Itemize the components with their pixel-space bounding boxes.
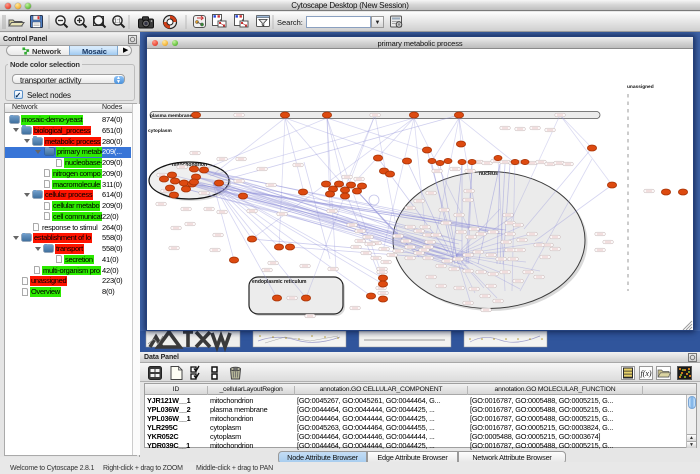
svg-text:1:1: 1:1 [114, 19, 121, 25]
svg-text:plasma membrane: plasma membrane [150, 113, 192, 119]
svg-text:cytoplasm: cytoplasm [148, 128, 172, 134]
svg-text:f(x): f(x) [640, 369, 651, 378]
svg-text:unassigned: unassigned [627, 84, 654, 90]
svg-text:nucleus: nucleus [479, 171, 498, 177]
svg-text:endoplasmic reticulum: endoplasmic reticulum [252, 279, 307, 285]
